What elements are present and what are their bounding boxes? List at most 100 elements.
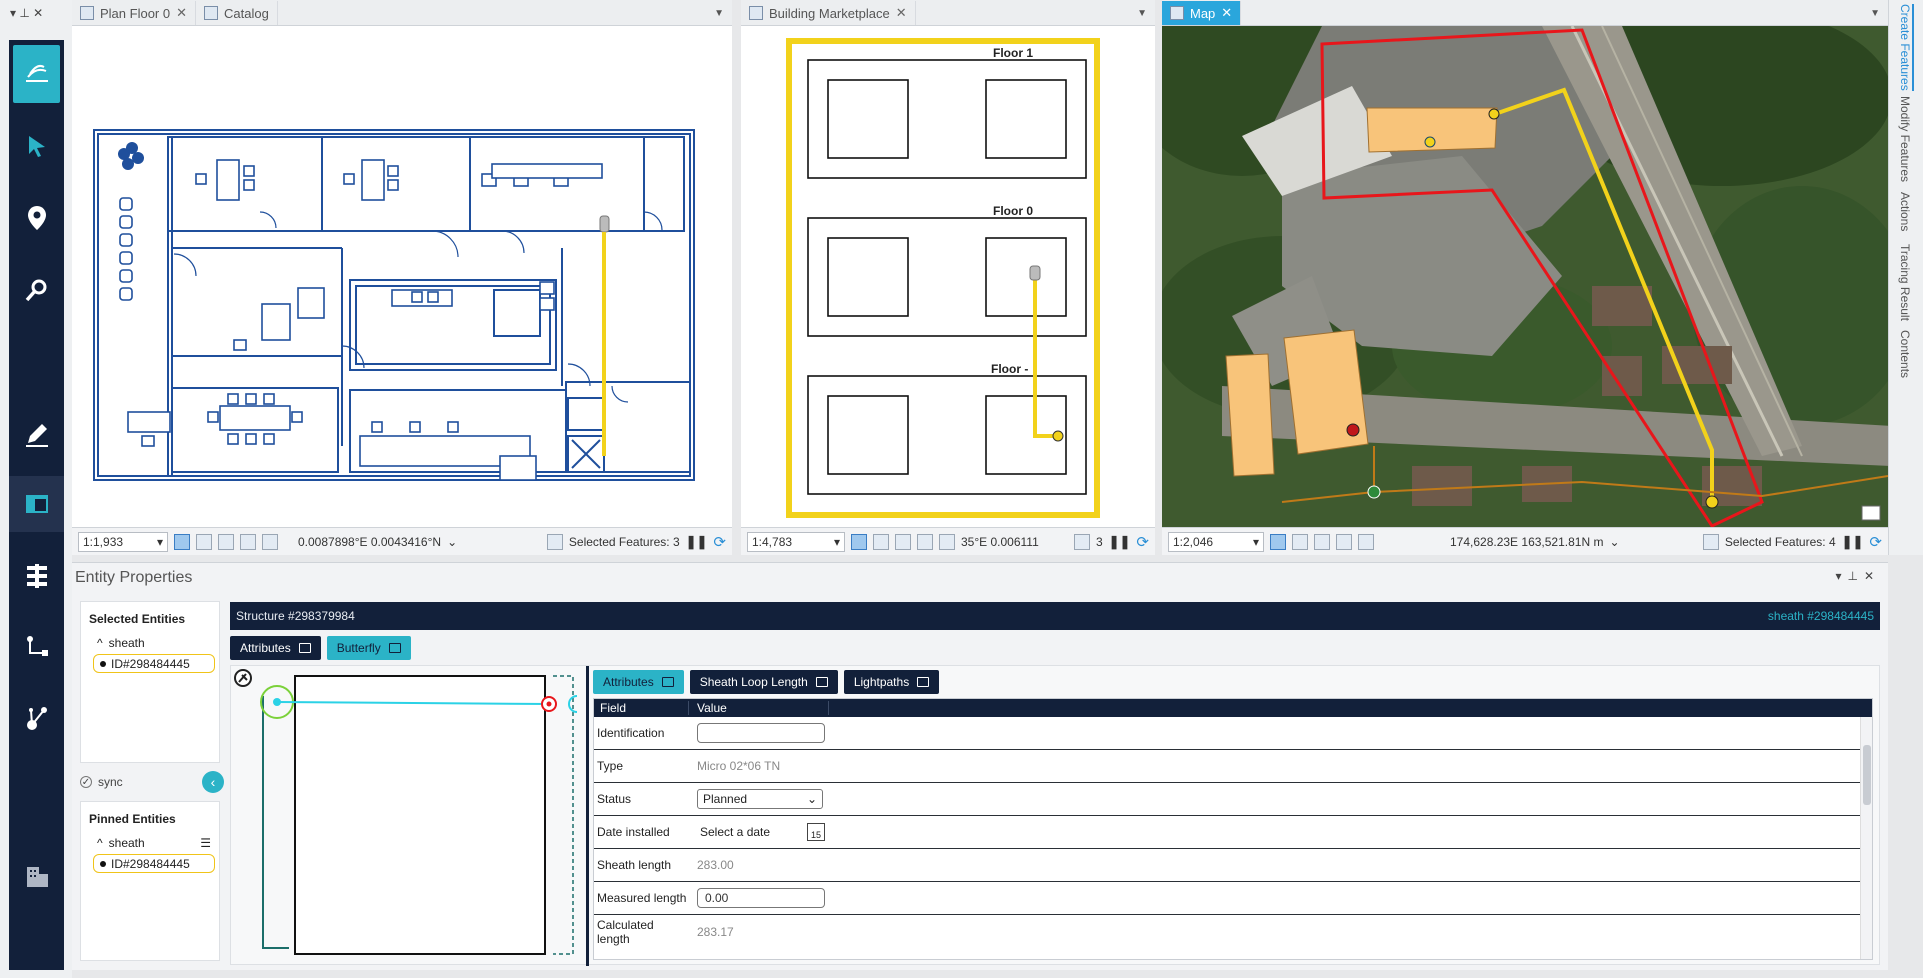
floor-plan-canvas[interactable] [72,26,732,527]
butterfly-button[interactable]: Butterfly [326,636,411,660]
butterfly-diagram[interactable] [231,666,586,966]
pause-icon[interactable]: ❚❚ [1109,534,1131,550]
layout-icon[interactable] [9,476,64,532]
open-external-icon [661,677,674,687]
attributes-grid: Field Value Identification Type Micro 02… [593,698,1873,960]
refresh-icon[interactable]: ⟳ [1869,533,1882,551]
pause-icon[interactable]: ❚❚ [686,534,708,550]
status-select[interactable]: Planned ⌄ [697,789,823,809]
scale-dropdown[interactable]: 1:4,783 ▾ [747,531,845,552]
tab-map[interactable]: Map ✕ [1162,1,1242,25]
butterfly-drawing [234,669,578,955]
snap-icon[interactable] [174,533,190,550]
selected-entities-panel: Selected Entities ^ sheath ID#298484445 [80,601,220,763]
selected-features[interactable]: Selected Features: 4 ❚❚ ⟳ [1702,533,1888,551]
chevron-down-icon[interactable]: ⌄ [1609,535,1619,549]
grid-icon[interactable] [1292,533,1308,550]
calculated-length-value: 283.17 [697,924,734,939]
grid-icon[interactable] [196,533,212,550]
trace-icon[interactable] [9,620,64,676]
scrollbar-thumb[interactable] [1863,745,1871,805]
tab-lightpaths[interactable]: Lightpaths [843,670,940,694]
tab-attributes[interactable]: Attributes [593,670,684,694]
satellite-map-canvas[interactable] [1162,26,1888,527]
tab-catalog[interactable]: Catalog [196,1,278,25]
entity-id-item[interactable]: ID#298484445 [93,854,215,873]
crosshair-icon[interactable] [917,533,933,550]
vertex-icon[interactable] [262,533,278,550]
collapse-button[interactable]: ‹ [202,771,224,793]
scale-dropdown[interactable]: 1:1,933 ▾ [78,531,168,552]
date-input[interactable]: Select a date [697,822,801,842]
building-schematic-canvas[interactable]: Floor 1 Floor 0 Floor - [741,26,1155,527]
pause-icon[interactable]: ❚❚ [1842,534,1864,550]
side-tabs: Create Features Modify Features Actions … [1888,0,1923,555]
view-buttons: Attributes Butterfly [230,636,411,660]
marketplace-tabbar: Building Marketplace ✕ ▼ [741,0,1155,26]
chevron-down-icon[interactable]: ▼ [714,8,724,19]
chevron-down-icon: ⌄ [806,792,817,806]
vertex-icon[interactable] [1358,533,1374,550]
close-icon[interactable]: ✕ [176,5,187,21]
hierarchy-icon[interactable] [9,548,64,604]
measured-length-input[interactable]: 0.00 [697,888,825,908]
catalog-tab-icon [204,6,218,20]
entity-group[interactable]: ^ sheath ☰ [97,836,211,850]
entity-group[interactable]: ^ sheath [97,636,211,650]
tab-modify-features[interactable]: Modify Features [1898,96,1912,182]
coordinate-readout: 35°E 0.006111 [961,534,1039,549]
select-arrow-icon[interactable] [9,118,64,174]
edit-pencil-icon[interactable] [9,406,64,462]
table-icon[interactable] [218,533,234,550]
list-icon[interactable]: ☰ [200,836,211,850]
tab-tracing-result[interactable]: Tracing Result [1898,244,1912,321]
close-icon[interactable]: ✕ [1221,5,1232,21]
grid-header: Field Value [594,699,1872,717]
refresh-icon[interactable]: ⟳ [713,533,726,551]
attributes-button[interactable]: Attributes [230,636,321,660]
tab-create-features[interactable]: Create Features [1898,4,1914,91]
building-icon[interactable] [9,848,64,904]
calendar-icon[interactable]: 15 [807,823,825,841]
selected-features[interactable]: Selected Features: 3 ❚❚ ⟳ [546,533,732,551]
snap-icon[interactable] [1270,533,1286,550]
table-row: Status Planned ⌄ [594,783,1872,816]
sync-toggle[interactable]: ✓ sync [80,775,123,789]
type-value: Micro 02*06 TN [697,759,781,773]
rail-menu-controls[interactable]: ▾ ⊥ ✕ [10,6,43,20]
identification-input[interactable] [697,723,825,743]
crosshair-icon[interactable] [240,533,256,550]
measure-icon[interactable] [13,45,60,103]
scrollbar[interactable] [1860,717,1872,959]
tab-plan-floor[interactable]: Plan Floor 0 ✕ [72,1,196,25]
chevron-down-icon[interactable]: ▼ [1870,8,1880,19]
scale-dropdown[interactable]: 1:2,046 ▾ [1168,531,1264,552]
sheath-link[interactable]: sheath #298484445 [1768,609,1874,623]
satellite-map [1162,26,1888,527]
selection-icon [1073,533,1090,550]
panel-controls[interactable]: ▾⊥✕ [1835,569,1880,583]
map-statusbar: 1:2,046 ▾ 174,628.23E 163,521.81N m ⌄ Sel… [1162,527,1888,555]
chevron-down-icon[interactable]: ▼ [1137,8,1147,19]
splitter[interactable] [586,666,589,966]
table-row: Calculated length 283.17 [597,917,734,946]
tab-contents[interactable]: Contents [1898,330,1912,378]
grid-icon[interactable] [873,533,889,550]
table-icon[interactable] [895,533,911,550]
entity-id-item[interactable]: ID#298484445 [93,654,215,673]
tab-building-marketplace[interactable]: Building Marketplace ✕ [741,1,916,25]
close-icon[interactable]: ✕ [896,5,907,21]
tab-sheath-loop-length[interactable]: Sheath Loop Length [689,670,838,694]
vertex-icon[interactable] [939,533,955,550]
entity-properties-panel: Entity Properties ▾⊥✕ Selected Entities … [72,562,1888,970]
location-pin-icon[interactable] [9,190,64,246]
snap-icon[interactable] [851,533,867,550]
tab-actions[interactable]: Actions [1898,192,1912,231]
selected-features[interactable]: 3 ❚❚ ⟳ [1073,533,1155,551]
search-icon[interactable] [9,262,64,318]
table-icon[interactable] [1314,533,1330,550]
refresh-icon[interactable]: ⟳ [1136,533,1149,551]
crosshair-icon[interactable] [1336,533,1352,550]
network-icon[interactable] [9,690,64,746]
chevron-down-icon[interactable]: ⌄ [447,535,457,549]
